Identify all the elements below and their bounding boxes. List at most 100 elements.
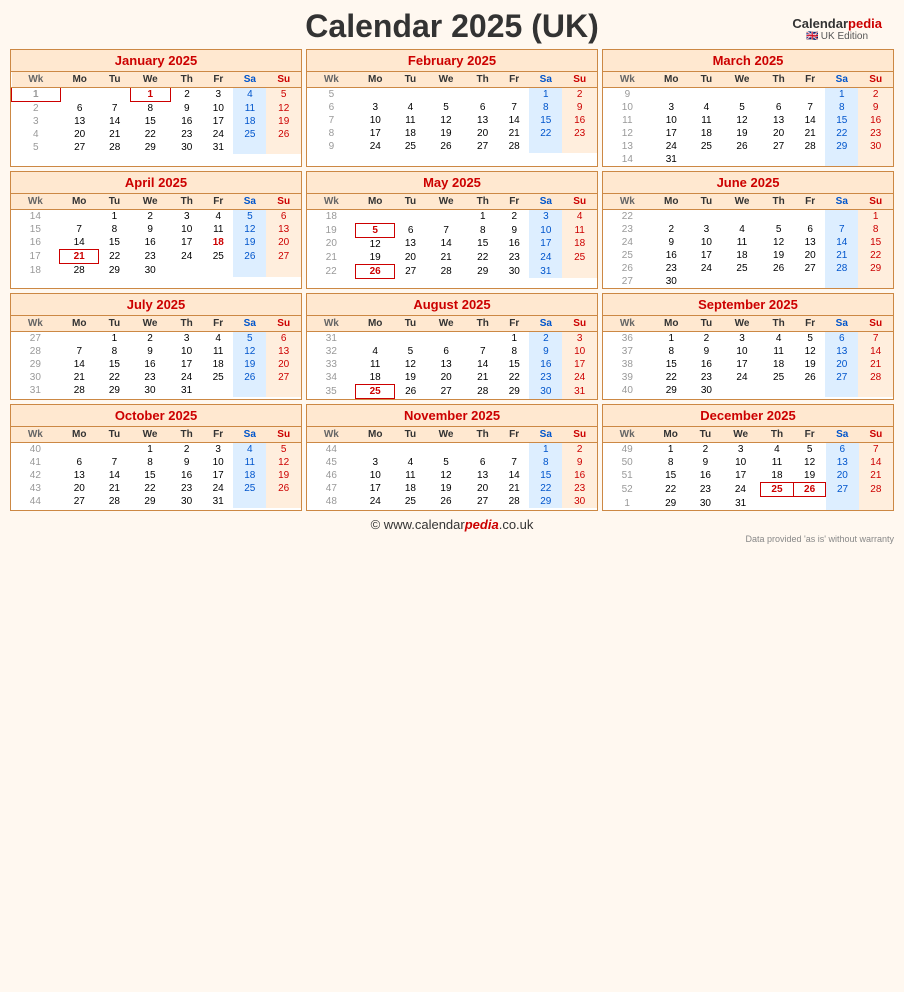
cell-th [466,88,499,102]
month-title: March 2025 [603,50,893,72]
cell-sa [233,264,266,278]
cell-mo [60,332,99,346]
logo-brand: Calendarpedia [792,16,882,31]
col-header-tu: Tu [99,427,130,443]
col-header-fr: Fr [795,316,825,332]
cell-fr [795,153,825,166]
cell-we: 5 [722,101,762,114]
cell-wk: 13 [603,140,652,153]
cell-sa: 14 [825,236,858,249]
cell-su: 30 [858,140,893,153]
cell-fr: 12 [793,456,826,469]
month-title: February 2025 [307,50,597,72]
cell-sa: 5 [233,332,266,346]
cell-th: 1 [466,210,499,224]
cell-we: 24 [721,483,761,497]
cell-mo [652,210,691,224]
cell-we: 26 [722,140,762,153]
cell-mo: 24 [652,140,691,153]
cell-fr: 18 [203,358,233,371]
col-header-tu: Tu [395,72,426,88]
cell-fr: 6 [795,223,825,236]
cell-th: 31 [170,384,203,397]
cell-sa: 24 [529,251,562,265]
cell-we: 8 [130,102,170,116]
cell-th: 24 [170,371,203,384]
cell-mo: 14 [60,358,99,371]
cell-we: 22 [130,128,170,141]
cell-su: 8 [858,223,893,236]
cell-wk: 14 [11,210,60,224]
cell-su: 23 [858,127,893,140]
col-header-su: Su [266,427,301,443]
cell-tu [691,210,722,224]
cell-mo: 6 [60,102,99,116]
cell-wk: 48 [307,495,356,508]
cell-wk: 46 [307,469,356,482]
cell-su: 27 [266,250,301,264]
cell-sa: 12 [233,223,266,236]
cell-su [858,275,893,288]
cell-th: 25 [761,483,794,497]
cell-th: 30 [170,495,203,508]
col-header-we: We [130,72,170,88]
col-header-wk: Wk [11,316,60,332]
col-header-tu: Tu [395,427,426,443]
cell-wk: 5 [307,88,356,102]
cell-wk: 1 [12,88,61,102]
cell-we: 7 [426,223,466,237]
cell-sa: 20 [826,469,859,483]
cell-su [858,153,893,166]
cell-sa: 23 [529,371,562,385]
col-header-sa: Sa [529,316,562,332]
cell-fr: 31 [203,141,233,154]
cell-mo: 11 [356,358,395,371]
col-header-tu: Tu [395,316,426,332]
cell-th [762,153,795,166]
cell-sa: 4 [233,88,266,102]
col-header-we: We [130,427,170,443]
cell-mo: 24 [356,140,395,153]
cell-sa: 19 [233,236,266,250]
cell-tu: 12 [395,358,426,371]
cell-wk: 40 [603,384,652,397]
cell-tu: 7 [99,456,130,469]
cell-su: 2 [562,443,597,457]
cell-fr: 9 [499,223,529,237]
col-header-sa: Sa [826,427,859,443]
cell-tu: 2 [691,332,722,346]
cell-fr: 5 [793,443,826,457]
cell-mo: 16 [652,249,691,262]
cell-mo: 27 [60,495,99,508]
cell-su: 23 [562,482,597,495]
cell-su [266,384,301,397]
cell-tu: 9 [690,456,721,469]
col-header-mo: Mo [60,316,99,332]
cell-sa: 9 [529,345,562,358]
cell-tu: 29 [99,264,130,278]
col-header-fr: Fr [795,194,825,210]
cell-sa: 18 [233,469,266,482]
col-header-su: Su [562,194,597,210]
col-header-th: Th [762,72,795,88]
month-september-2025: September 2025WkMoTuWeThFrSaSu3612345673… [602,293,894,400]
cell-th [761,497,794,510]
col-header-we: We [130,316,170,332]
col-header-th: Th [466,427,499,443]
col-header-th: Th [170,427,203,443]
cell-mo [356,88,395,102]
cell-th: 20 [466,482,499,495]
cell-we: 5 [426,101,466,114]
cell-th: 21 [466,371,499,385]
cell-su: 11 [562,223,597,237]
cell-tu: 13 [395,237,426,251]
col-header-fr: Fr [499,316,529,332]
month-title: December 2025 [603,405,893,427]
cell-wk: 7 [307,114,356,127]
cell-tu: 22 [99,250,130,264]
cell-sa: 16 [529,358,562,371]
month-january-2025: January 2025WkMoTuWeThFrSaSu112345267891… [10,49,302,167]
cell-th: 24 [170,250,203,264]
cell-fr: 2 [499,210,529,224]
cell-sa: 22 [529,482,562,495]
